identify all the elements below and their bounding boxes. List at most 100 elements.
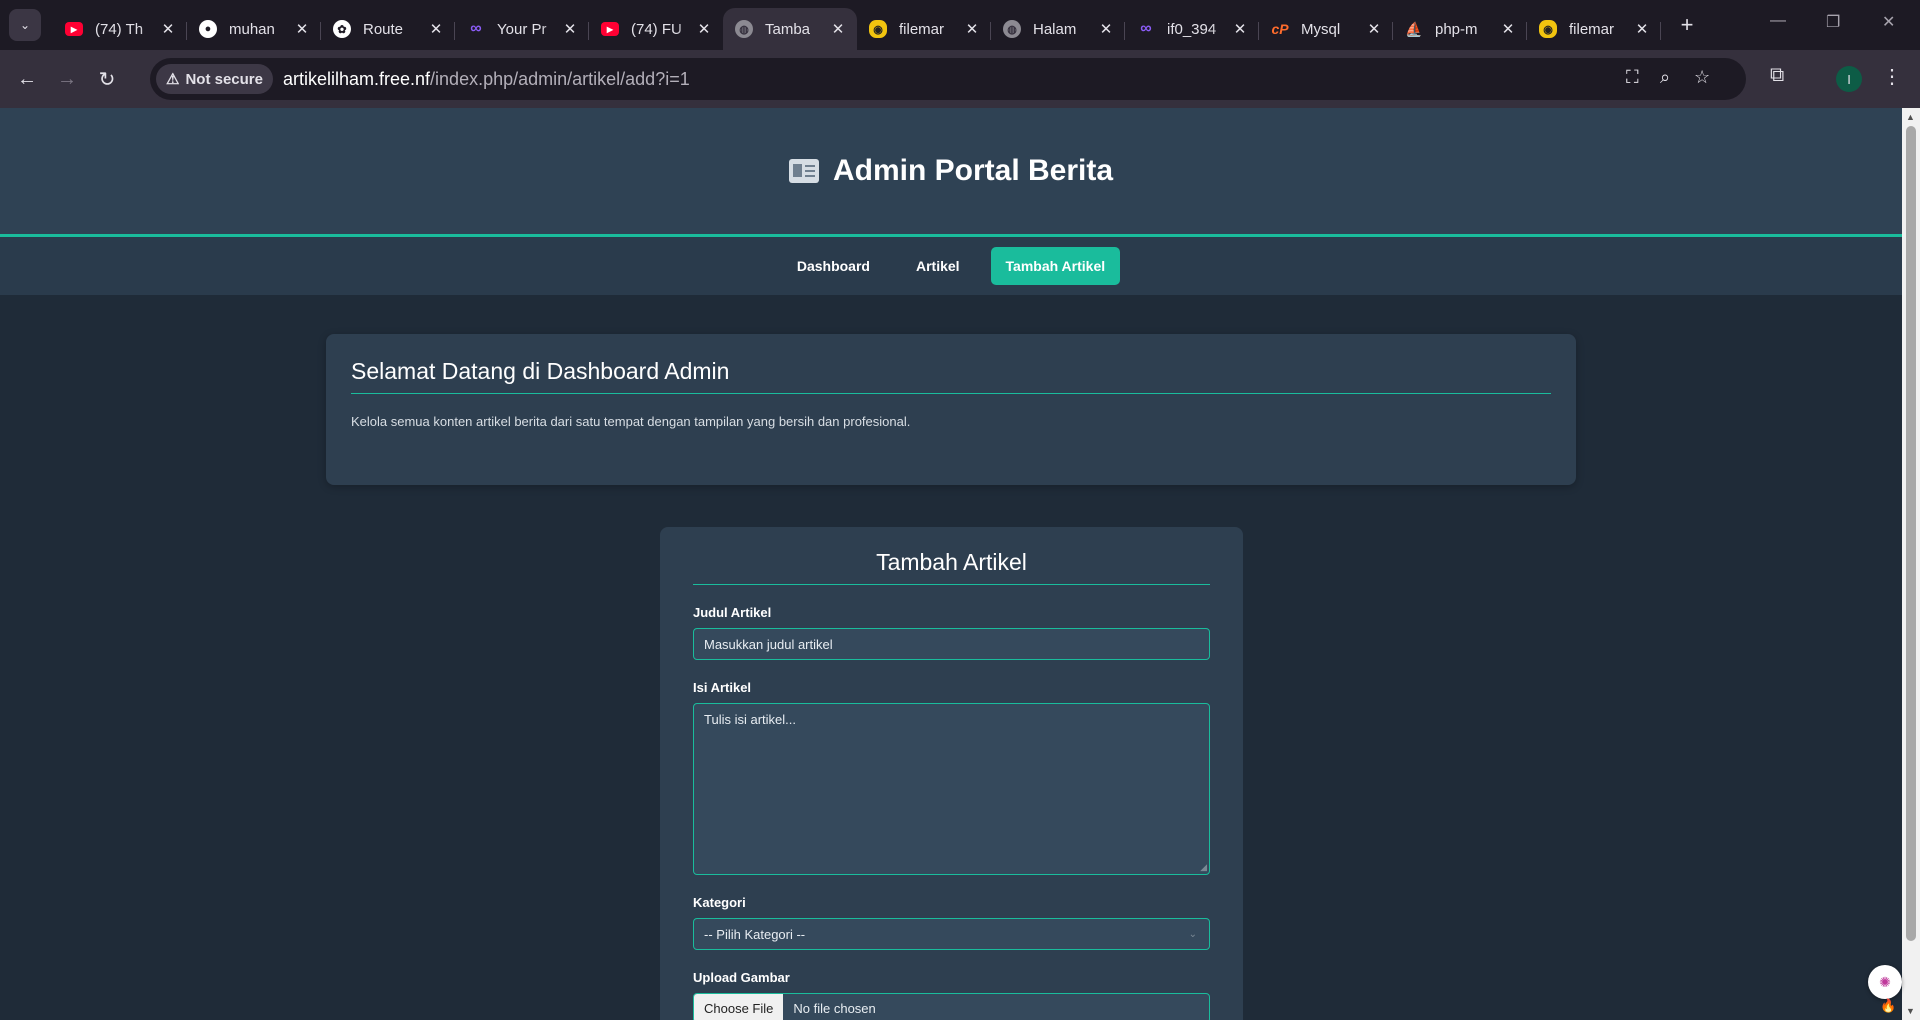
isi-label: Isi Artikel xyxy=(693,680,752,695)
close-icon[interactable]: ✕ xyxy=(159,20,177,38)
gambar-label: Upload Gambar xyxy=(693,970,790,985)
tab-title: php-m xyxy=(1435,20,1478,38)
browser-tab[interactable]: ● muhan ✕ xyxy=(187,8,321,50)
back-arrow-icon[interactable]: ← xyxy=(9,61,45,97)
site-info-chip[interactable]: ⚠ Not secure xyxy=(156,64,273,94)
scroll-down-icon[interactable]: ▼ xyxy=(1906,1006,1915,1016)
zoom-icon[interactable]: ⌕ xyxy=(1660,67,1670,88)
close-icon[interactable]: ✕ xyxy=(1231,20,1249,38)
browser-tab[interactable]: ◉ filemar ✕ xyxy=(1527,8,1661,50)
browser-tab[interactable]: ▶ (74) Th ✕ xyxy=(53,8,187,50)
new-tab-icon[interactable]: + xyxy=(1675,12,1699,38)
browser-tab[interactable]: ◍ Halam ✕ xyxy=(991,8,1125,50)
close-icon[interactable]: ✕ xyxy=(963,20,981,38)
browser-tab[interactable]: ▶ (74) FU ✕ xyxy=(589,8,723,50)
browser-menu-icon[interactable]: ⋮ xyxy=(1882,64,1902,89)
close-icon[interactable]: ✕ xyxy=(1365,20,1383,38)
browser-tab[interactable]: ∞ Your Pr ✕ xyxy=(455,8,589,50)
close-icon[interactable]: ✕ xyxy=(1633,20,1651,38)
tab-title: muhan xyxy=(229,20,275,38)
forward-arrow-icon[interactable]: → xyxy=(49,61,85,97)
nav-dashboard[interactable]: Dashboard xyxy=(782,247,885,285)
browser-tab[interactable]: ⛵ php-m ✕ xyxy=(1393,8,1527,50)
globe-icon: ◍ xyxy=(735,20,753,38)
kategori-selected: -- Pilih Kategori -- xyxy=(704,926,806,942)
restore-icon[interactable]: ❐ xyxy=(1826,12,1840,32)
translate-icon[interactable]: ⛶ xyxy=(1626,67,1639,88)
profile-avatar[interactable]: I xyxy=(1836,66,1862,92)
browser-tab-active[interactable]: ◍ Tamba ✕ xyxy=(723,8,857,50)
judul-input[interactable]: Masukkan judul artikel xyxy=(693,628,1210,660)
minimize-icon[interactable]: — xyxy=(1770,12,1786,30)
url-path: /index.php/admin/artikel/add?i=1 xyxy=(430,68,690,89)
main-nav: Dashboard Artikel Tambah Artikel xyxy=(0,237,1902,295)
window-close-icon[interactable]: ✕ xyxy=(1882,12,1895,32)
kategori-select[interactable]: -- Pilih Kategori -- ⌄ xyxy=(693,918,1210,950)
tab-title: filemar xyxy=(1569,20,1615,38)
browser-toolbar: ← → ↻ ⚠ Not secure artikelilham.free.nf/… xyxy=(0,50,1920,108)
scrollbar-thumb[interactable] xyxy=(1906,126,1916,941)
tab-title: Mysql xyxy=(1301,20,1341,38)
judul-placeholder: Masukkan judul artikel xyxy=(704,636,833,652)
tab-title: Halam xyxy=(1033,20,1077,38)
close-icon[interactable]: ✕ xyxy=(1499,20,1517,38)
fire-icon: 🔥 xyxy=(1880,998,1897,1013)
newspaper-icon xyxy=(788,159,819,183)
tab-title: Tamba xyxy=(765,20,811,38)
tab-title: if0_394 xyxy=(1167,20,1217,38)
page-viewport: Admin Portal Berita Dashboard Artikel Ta… xyxy=(0,108,1902,1020)
scroll-up-icon[interactable]: ▲ xyxy=(1906,112,1915,122)
extensions-puzzle-icon[interactable]: ⧉ xyxy=(1770,64,1784,87)
url-text[interactable]: artikelilham.free.nf/index.php/admin/art… xyxy=(283,69,690,90)
nav-tambah-artikel[interactable]: Tambah Artikel xyxy=(990,247,1121,285)
filemanager-icon: ◉ xyxy=(869,20,887,38)
github-icon: ● xyxy=(199,20,217,38)
resize-grip-icon[interactable]: ◢ xyxy=(1200,862,1207,873)
site-header: Admin Portal Berita xyxy=(0,108,1902,237)
browser-tab[interactable]: ◉ filemar ✕ xyxy=(857,8,991,50)
welcome-card: Selamat Datang di Dashboard Admin Kelola… xyxy=(326,334,1576,485)
bookmark-star-icon[interactable]: ☆ xyxy=(1694,67,1710,88)
address-bar[interactable]: ⚠ Not secure artikelilham.free.nf/index.… xyxy=(150,58,1746,100)
tab-title: filemar xyxy=(899,20,945,38)
site-title: Admin Portal Berita xyxy=(788,154,1114,188)
add-article-form: Tambah Artikel Judul Artikel Masukkan ju… xyxy=(660,527,1243,1020)
phpmyadmin-icon: ⛵ xyxy=(1405,20,1423,37)
close-icon[interactable]: ✕ xyxy=(293,20,311,38)
openai-icon: ✿ xyxy=(333,20,351,38)
infinity-icon: ∞ xyxy=(1140,20,1152,37)
page-scrollbar[interactable]: ▲ ▼ xyxy=(1902,108,1920,1020)
close-icon[interactable]: ✕ xyxy=(1097,20,1115,38)
browser-tab[interactable]: ✿ Route ✕ xyxy=(321,8,455,50)
welcome-title: Selamat Datang di Dashboard Admin xyxy=(351,358,1551,394)
tab-search-chevron-icon[interactable]: ⌄ xyxy=(9,9,41,41)
close-icon[interactable]: ✕ xyxy=(561,20,579,38)
judul-label: Judul Artikel xyxy=(693,605,772,620)
warning-icon: ⚠ xyxy=(166,71,180,88)
browser-tab[interactable]: cP Mysql ✕ xyxy=(1259,8,1393,50)
filemanager-icon: ◉ xyxy=(1539,20,1557,38)
youtube-icon: ▶ xyxy=(65,22,83,36)
url-host: artikelilham.free.nf xyxy=(282,68,431,89)
browser-tab-strip: ⌄ ▶ (74) Th ✕ ● muhan ✕ ✿ Route ✕ ∞ Your Pr ✕ ▶ (… xyxy=(0,0,1920,50)
reload-icon[interactable]: ↻ xyxy=(89,61,125,97)
tab-title: (74) FU xyxy=(631,20,682,38)
tab-title: (74) Th xyxy=(95,20,144,38)
browser-tab[interactable]: ∞ if0_394 ✕ xyxy=(1125,8,1259,50)
security-label: Not secure xyxy=(185,70,263,88)
floating-extension-icon[interactable]: ✺ xyxy=(1868,965,1902,999)
close-icon[interactable]: ✕ xyxy=(695,20,713,38)
choose-file-button[interactable]: Choose File xyxy=(694,994,784,1020)
nav-artikel[interactable]: Artikel xyxy=(901,247,975,285)
welcome-text: Kelola semua konten artikel berita dari … xyxy=(351,414,911,429)
kategori-label: Kategori xyxy=(693,895,746,910)
form-title: Tambah Artikel xyxy=(693,549,1210,585)
isi-textarea[interactable]: Tulis isi artikel... ◢ xyxy=(693,703,1210,875)
gambar-file-input[interactable]: Choose File No file chosen xyxy=(693,993,1210,1020)
close-icon[interactable]: ✕ xyxy=(829,20,847,38)
cpanel-icon: cP xyxy=(1271,21,1289,37)
file-status: No file chosen xyxy=(793,1000,876,1016)
close-icon[interactable]: ✕ xyxy=(427,20,445,38)
tab-title: Your Pr xyxy=(497,20,547,38)
site-title-text: Admin Portal Berita xyxy=(832,154,1114,187)
